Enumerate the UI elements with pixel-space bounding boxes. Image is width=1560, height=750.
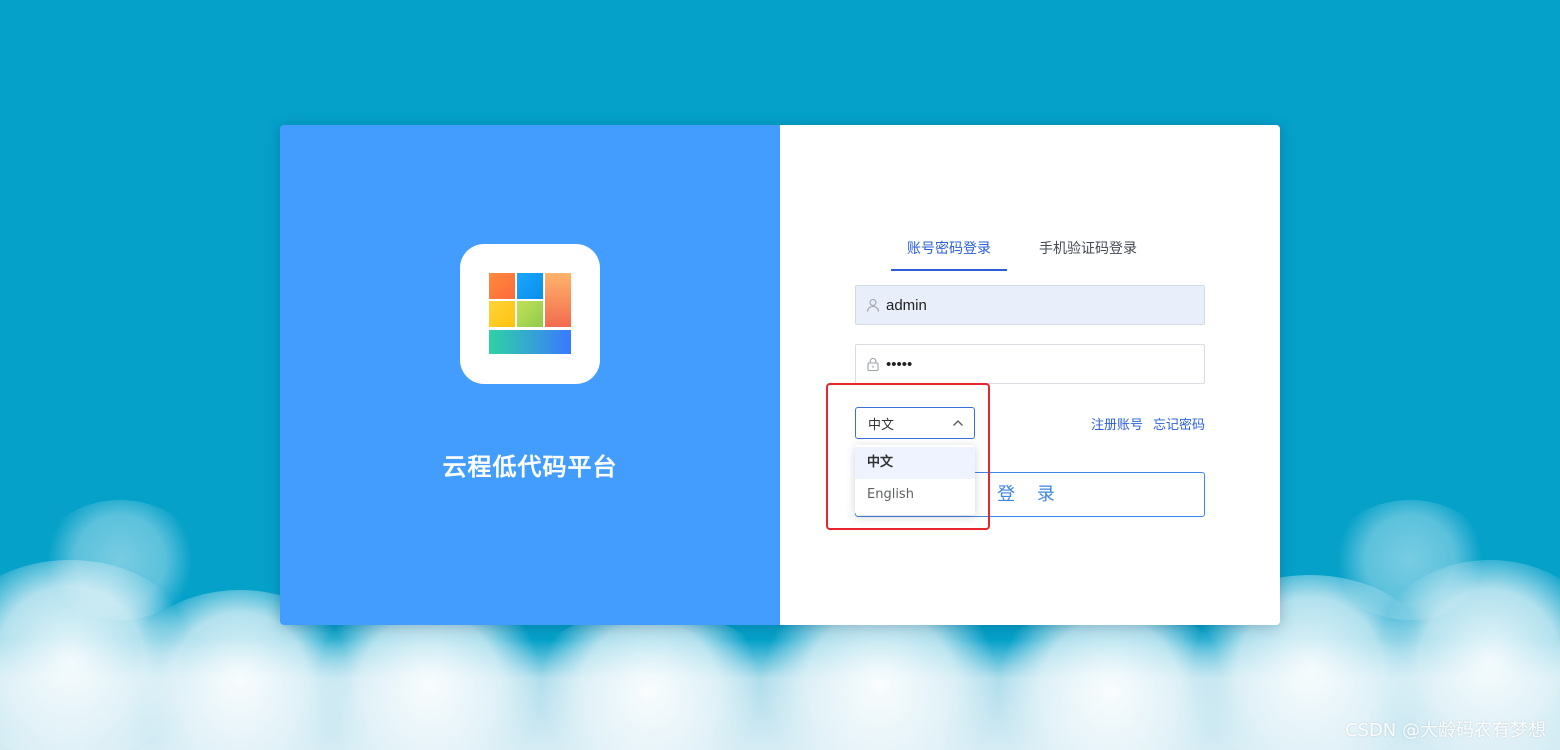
logo	[460, 244, 600, 384]
brand-panel: 云程低代码平台	[280, 125, 780, 625]
user-icon	[866, 298, 880, 312]
password-value: •••••	[886, 355, 913, 373]
language-option-zh[interactable]: 中文	[855, 447, 975, 479]
forgot-password-link[interactable]: 忘记密码	[1153, 414, 1205, 433]
language-select[interactable]: 中文	[855, 407, 975, 439]
language-selected-value: 中文	[868, 417, 895, 433]
username-value: admin	[886, 296, 927, 314]
account-links: 注册账号 忘记密码	[1091, 414, 1205, 433]
language-option-en[interactable]: English	[855, 479, 975, 511]
register-link[interactable]: 注册账号	[1091, 414, 1143, 433]
lock-icon	[866, 357, 880, 372]
grid-logo-icon	[489, 273, 571, 354]
tab-password-login[interactable]: 账号密码登录	[891, 229, 1007, 271]
login-tabs: 账号密码登录 手机验证码登录	[891, 229, 1153, 271]
tab-sms-login[interactable]: 手机验证码登录	[1023, 229, 1153, 271]
platform-title: 云程低代码平台	[442, 453, 618, 481]
login-form-panel: 账号密码登录 手机验证码登录 admin ••••• 中文 注册账号 忘记密码 …	[780, 125, 1280, 625]
password-field[interactable]: •••••	[855, 344, 1205, 384]
language-dropdown: 中文 English	[855, 445, 975, 515]
login-card: 云程低代码平台 账号密码登录 手机验证码登录 admin ••••• 中文 注册…	[280, 125, 1280, 625]
watermark: CSDN @大龄码农有梦想	[1344, 720, 1546, 741]
username-field[interactable]: admin	[855, 285, 1205, 325]
chevron-up-icon	[952, 416, 964, 431]
